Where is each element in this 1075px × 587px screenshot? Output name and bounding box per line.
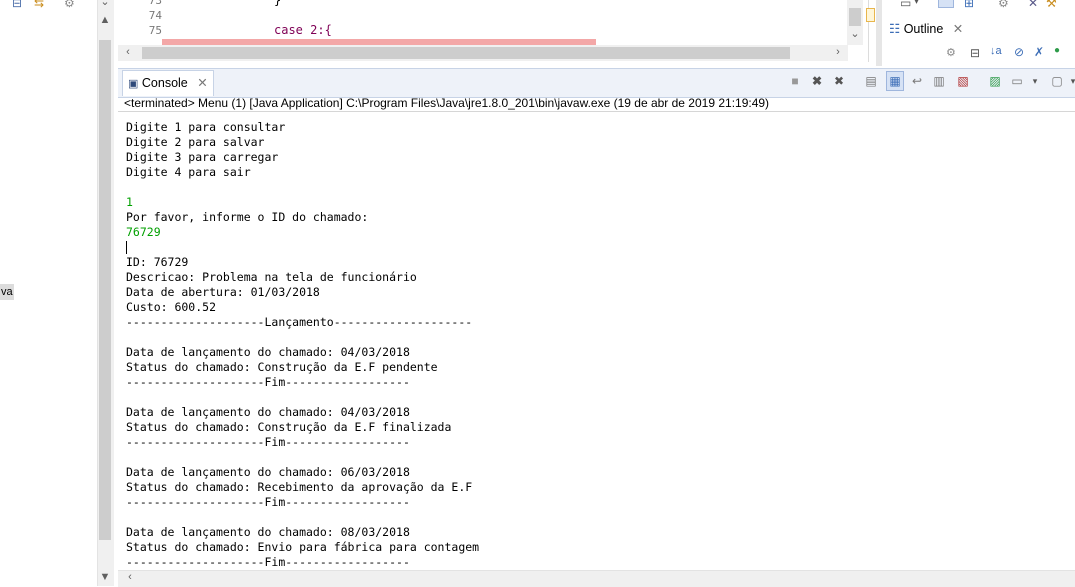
wrench-icon[interactable]: ⚒ bbox=[1046, 0, 1057, 10]
close-icon[interactable]: ✕ bbox=[953, 22, 963, 36]
scroll-up-icon[interactable]: ▲ bbox=[97, 14, 113, 26]
outline-tab-label: Outline bbox=[903, 22, 944, 36]
console-output-line: Data de lançamento do chamado: 06/03/201… bbox=[126, 465, 410, 479]
console-toolbar: ■ ✖ ✖ ▤ ▦ ↩ ▥ ▧ ▨ ▭ ▾ ▢ ▾ bbox=[786, 71, 1075, 93]
remove-launch-icon[interactable]: ✖ bbox=[808, 71, 826, 91]
editor-horizontal-scroll-thumb[interactable] bbox=[142, 47, 790, 59]
minimize-icon[interactable]: ▭ bbox=[900, 0, 911, 10]
scroll-lock-icon[interactable]: ▦ bbox=[886, 71, 904, 91]
package-explorer-scroll-thumb[interactable] bbox=[99, 40, 111, 540]
chevron-down-icon[interactable]: ▾ bbox=[1026, 71, 1044, 91]
code-line[interactable]: } bbox=[274, 0, 281, 7]
console-input-line: 76729 bbox=[126, 225, 161, 239]
collapse-icon[interactable]: ⊟ bbox=[970, 46, 980, 60]
close-icon[interactable]: ✕ bbox=[197, 76, 207, 90]
chevron-down-icon[interactable]: ⌄ bbox=[97, 0, 113, 8]
line-number: 73 bbox=[148, 0, 162, 7]
text-caret bbox=[126, 241, 127, 254]
console-output-line: Data de lançamento do chamado: 08/03/201… bbox=[126, 525, 410, 539]
chevron-down-icon[interactable]: ▾ bbox=[1064, 71, 1075, 91]
hierarchy-icon[interactable]: ⊞ bbox=[964, 0, 974, 10]
package-explorer-pane: ⊟ ⇆ ⚙ bbox=[0, 0, 97, 586]
show-on-error-icon[interactable]: ▧ bbox=[954, 71, 972, 91]
console-tab-label: Console bbox=[141, 76, 188, 90]
scroll-down-icon[interactable]: ▼ bbox=[97, 571, 113, 583]
clear-console-icon[interactable]: ▤ bbox=[862, 71, 880, 91]
show-on-output-icon[interactable]: ▥ bbox=[930, 71, 948, 91]
link-editor-icon[interactable]: ⇆ bbox=[34, 0, 44, 10]
word-wrap-icon[interactable]: ↩ bbox=[908, 71, 926, 91]
console-output-line: --------------------Lançamento----------… bbox=[126, 315, 473, 329]
console-output-line: Por favor, informe o ID do chamado: bbox=[126, 210, 369, 224]
console-output-line: --------------------Fim-----------------… bbox=[126, 435, 410, 449]
scroll-right-icon[interactable]: › bbox=[830, 46, 846, 58]
divider bbox=[118, 111, 1075, 112]
console-output-line: Digite 2 para salvar bbox=[126, 135, 265, 149]
collapse-all-icon[interactable]: ⊟ bbox=[12, 0, 22, 10]
console-output-line: Data de lançamento do chamado: 04/03/201… bbox=[126, 345, 410, 359]
dropdown-icon[interactable]: ▾ bbox=[914, 0, 919, 7]
hide-fields-icon[interactable]: ⊘ bbox=[1014, 45, 1024, 59]
console-output-line: ID: 76729 bbox=[126, 255, 189, 269]
console-output-line: --------------------Fim-----------------… bbox=[126, 375, 410, 389]
console-input-line: 1 bbox=[126, 195, 133, 209]
console-status-line: <terminated> Menu (1) [Java Application]… bbox=[124, 96, 770, 110]
remove-all-icon[interactable]: ✖ bbox=[830, 71, 848, 91]
console-output-line: Digite 4 para sair bbox=[126, 165, 251, 179]
console-output-line: Status do chamado: Recebimento da aprova… bbox=[126, 480, 473, 494]
console-output-line bbox=[126, 240, 1066, 255]
line-number: 75 bbox=[148, 24, 162, 37]
pin-console-icon[interactable]: ▨ bbox=[986, 71, 1004, 91]
console-output[interactable]: Digite 1 para consultar Digite 2 para sal… bbox=[126, 120, 1066, 570]
console-output-line: Data de abertura: 01/03/2018 bbox=[126, 285, 320, 299]
tab-outline[interactable]: ☷ Outline ✕ bbox=[884, 17, 980, 41]
scroll-left-icon[interactable]: ‹ bbox=[120, 46, 136, 58]
outline-icon: ☷ bbox=[889, 22, 901, 36]
code-line[interactable]: case 2:{ bbox=[274, 23, 332, 37]
console-output-line: Digite 1 para consultar bbox=[126, 120, 286, 134]
console-output-line: --------------------Fim-----------------… bbox=[126, 495, 410, 509]
console-output-line: Custo: 600.52 bbox=[126, 300, 217, 314]
console-output-line: Descricao: Problema na tela de funcionár… bbox=[126, 270, 417, 284]
console-icon: ▣ bbox=[128, 78, 139, 90]
overview-ruler-marker[interactable] bbox=[866, 8, 875, 22]
console-output-line: Data de lançamento do chamado: 04/03/201… bbox=[126, 405, 410, 419]
console-output-line: Digite 3 para carregar bbox=[126, 150, 279, 164]
console-output-line: Status do chamado: Construção da E.F pen… bbox=[126, 360, 438, 374]
line-number: 74 bbox=[148, 9, 162, 22]
console-horizontal-scrollbar[interactable]: ‹ bbox=[118, 570, 1075, 587]
focus-icon[interactable]: ⚙ bbox=[946, 46, 956, 59]
console-output-line: Status do chamado: Envio para fábrica pa… bbox=[126, 540, 480, 554]
editor-scroll-down-icon[interactable]: ⌄ bbox=[847, 27, 863, 40]
tools-icon[interactable]: ✕ bbox=[1028, 0, 1038, 10]
outline-toolbar: ⚙ ⊟ ↓a ⊘ ✗ ● bbox=[884, 42, 1074, 66]
console-output-line: --------------------Fim-----------------… bbox=[126, 555, 410, 569]
console-output-line: Status do chamado: Construção da E.F fin… bbox=[126, 420, 452, 434]
public-members-icon[interactable]: ● bbox=[1054, 45, 1060, 56]
terminate-icon[interactable]: ■ bbox=[786, 71, 804, 91]
hide-static-icon[interactable]: ✗ bbox=[1034, 45, 1044, 59]
view-menu-icon[interactable]: ⚙ bbox=[64, 0, 75, 10]
scroll-left-icon[interactable]: ‹ bbox=[122, 571, 138, 583]
editor-vertical-scroll-thumb[interactable] bbox=[849, 8, 861, 26]
sort-icon[interactable]: ↓a bbox=[990, 45, 1002, 57]
display-console-icon[interactable]: ▭ bbox=[1008, 71, 1026, 91]
tab-console[interactable]: ▣ Console ✕ bbox=[122, 70, 214, 96]
toggle-icon[interactable] bbox=[938, 0, 954, 8]
debug-icon[interactable]: ⚙ bbox=[998, 0, 1009, 10]
tree-item-partial[interactable]: va bbox=[0, 284, 14, 300]
